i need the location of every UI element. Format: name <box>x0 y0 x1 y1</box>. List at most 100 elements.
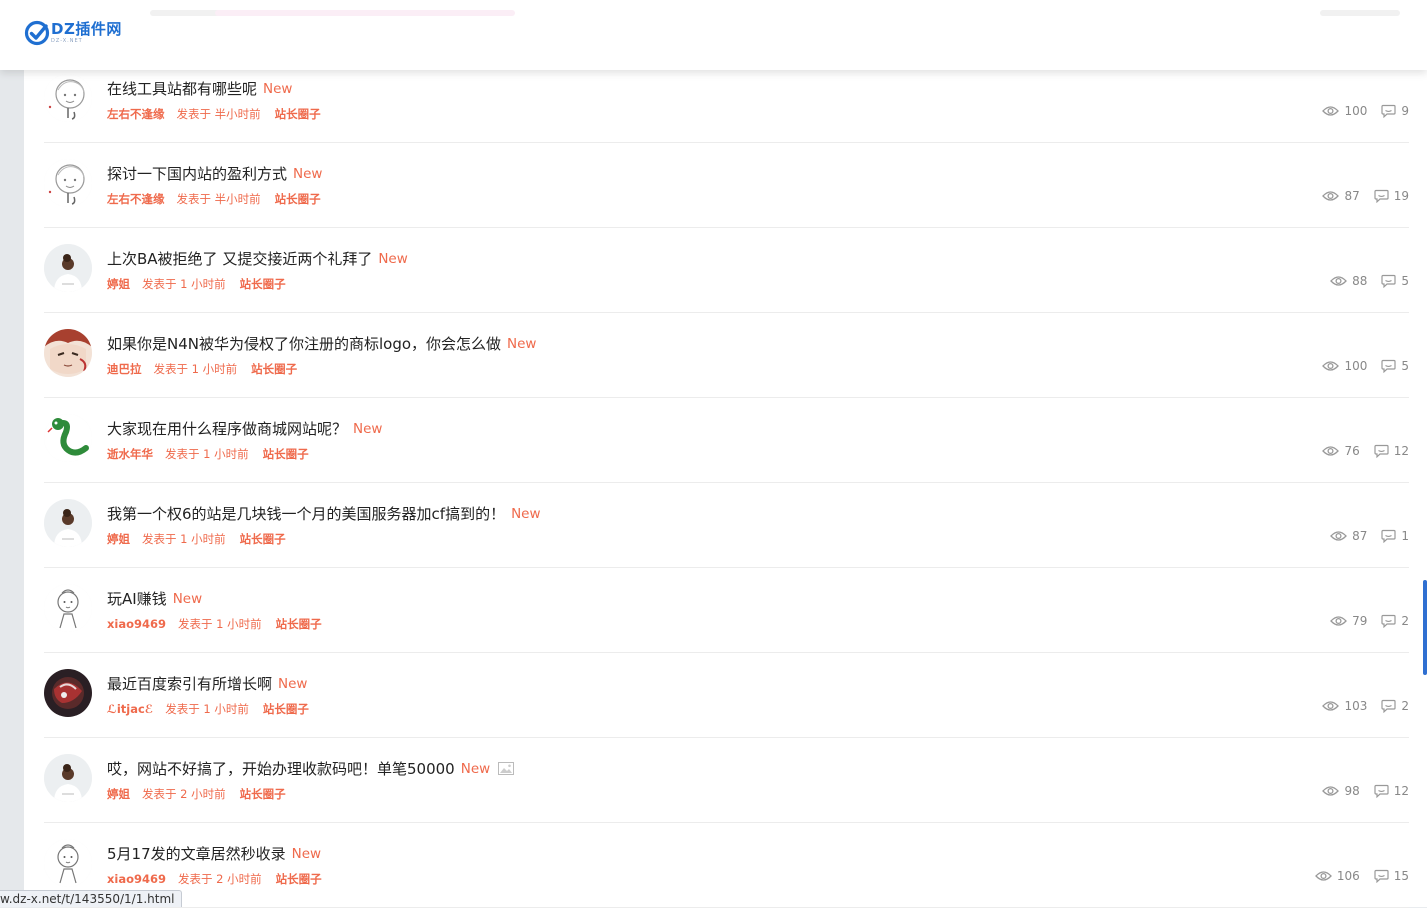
replies-stat: 12 <box>1374 784 1409 798</box>
forum-link[interactable]: 站长圈子 <box>276 616 322 632</box>
image-attachment-icon <box>498 762 515 775</box>
replies-stat: 15 <box>1374 869 1409 883</box>
new-badge: New <box>460 760 491 777</box>
forum-link[interactable]: 站长圈子 <box>263 701 309 717</box>
avatar[interactable] <box>44 754 92 802</box>
avatar[interactable] <box>44 74 92 122</box>
avatar[interactable] <box>44 244 92 292</box>
thread-row-6[interactable]: 我第一个权6的站是几块钱一个月的美国服务器加cf搞到的！ New 婷姐 发表于 … <box>44 483 1409 568</box>
doodle-avatar-icon <box>44 584 92 632</box>
person-avatar-icon <box>44 244 92 292</box>
eye-icon <box>1322 446 1340 456</box>
post-time: 发表于 1 小时前 <box>142 532 226 546</box>
scroll-indicator[interactable] <box>1423 580 1427 675</box>
thread-title[interactable]: 大家现在用什么程序做商城网站呢？ <box>107 418 347 439</box>
forum-link[interactable]: 站长圈子 <box>240 276 286 292</box>
forum-link[interactable]: 站长圈子 <box>251 361 297 377</box>
forum-link[interactable]: 站长圈子 <box>276 871 322 887</box>
author-link[interactable]: 左右不逢缘 <box>107 106 165 122</box>
author-link[interactable]: 左右不逢缘 <box>107 191 165 207</box>
author-link[interactable]: 婷姐 <box>107 531 130 547</box>
replies-stat: 12 <box>1374 444 1409 458</box>
post-time: 发表于 1 小时前 <box>142 277 226 291</box>
thread-title[interactable]: 如果你是N4N被华为侵权了你注册的商标logo，你会怎么做 <box>107 333 501 354</box>
thread-title[interactable]: 5月17发的文章居然秒收录 <box>107 843 286 864</box>
replies-count: 12 <box>1393 784 1409 798</box>
forum-link[interactable]: 站长圈子 <box>275 106 321 122</box>
thread-title[interactable]: 玩AI赚钱 <box>107 588 167 609</box>
header-ghost-bar <box>215 10 515 16</box>
thread-row-3[interactable]: 上次BA被拒绝了 又提交接近两个礼拜了 New 婷姐 发表于 1 小时前 站长圈… <box>44 228 1409 313</box>
thread-row-4[interactable]: 如果你是N4N被华为侵权了你注册的商标logo，你会怎么做 New 迪巴拉 发表… <box>44 313 1409 398</box>
forum-link[interactable]: 站长圈子 <box>275 191 321 207</box>
thread-row-2[interactable]: 探讨一下国内站的盈利方式 New 左右不逢缘 发表于 半小时前 站长圈子 87 <box>44 143 1409 228</box>
comment-icon <box>1374 784 1389 798</box>
author-link[interactable]: xiao9469 <box>107 617 166 631</box>
thread-title[interactable]: 哎，网站不好搞了，开始办理收款码吧！单笔50000 <box>107 758 455 779</box>
avatar[interactable] <box>44 499 92 547</box>
views-count: 79 <box>1352 614 1368 628</box>
comment-icon <box>1381 104 1396 118</box>
person-avatar-icon <box>44 499 92 547</box>
author-link[interactable]: 迪巴拉 <box>107 361 142 377</box>
comment-icon <box>1374 444 1389 458</box>
thread-row-7[interactable]: 玩AI赚钱 New xiao9469 发表于 1 小时前 站长圈子 79 2 <box>44 568 1409 653</box>
author-link[interactable]: 逝水年华 <box>107 446 153 462</box>
replies-stat: 2 <box>1381 614 1409 628</box>
post-time: 发表于 1 小时前 <box>165 702 249 716</box>
new-badge: New <box>293 165 323 182</box>
views-count: 76 <box>1344 444 1360 458</box>
forum-link[interactable]: 站长圈子 <box>240 531 286 547</box>
replies-count: 5 <box>1401 274 1409 288</box>
author-link[interactable]: 婷姐 <box>107 276 130 292</box>
author-link[interactable]: 婷姐 <box>107 786 130 802</box>
replies-stat: 9 <box>1381 104 1409 118</box>
eye-icon <box>1330 616 1347 626</box>
avatar[interactable] <box>44 159 92 207</box>
new-badge: New <box>507 335 537 352</box>
views-stat: 76 <box>1322 444 1360 458</box>
avatar[interactable] <box>44 839 92 887</box>
thread-row-8[interactable]: 最近百度索引有所增长啊 New ℒitjacℰ 发表于 1 小时前 站长圈子 1… <box>44 653 1409 738</box>
doodle-avatar-icon <box>44 839 92 887</box>
views-count: 100 <box>1344 359 1368 373</box>
eye-icon <box>1322 106 1340 116</box>
thread-title[interactable]: 上次BA被拒绝了 又提交接近两个礼拜了 <box>107 248 372 269</box>
avatar[interactable] <box>44 414 92 462</box>
forum-link[interactable]: 站长圈子 <box>240 786 286 802</box>
eye-icon <box>1322 701 1340 711</box>
avatar[interactable] <box>44 329 92 377</box>
thread-row-10[interactable]: 5月17发的文章居然秒收录 New xiao9469 发表于 2 小时前 站长圈… <box>44 823 1409 908</box>
views-count: 106 <box>1336 869 1360 883</box>
replies-count: 19 <box>1393 189 1409 203</box>
thread-row-9[interactable]: 哎，网站不好搞了，开始办理收款码吧！单笔50000 New 婷姐 发表于 2 小… <box>44 738 1409 823</box>
thread-row-1[interactable]: 在线工具站都有哪些呢 New 左右不逢缘 发表于 半小时前 站长圈子 100 9 <box>44 58 1409 143</box>
comment-icon <box>1381 699 1396 713</box>
replies-count: 2 <box>1401 614 1409 628</box>
site-logo[interactable]: DZ插件网 DZ-X.NET <box>24 20 122 46</box>
views-stat: 98 <box>1322 784 1360 798</box>
thread-title[interactable]: 最近百度索引有所增长啊 <box>107 673 272 694</box>
thread-title[interactable]: 在线工具站都有哪些呢 <box>107 78 257 99</box>
eye-icon <box>1322 786 1340 796</box>
views-stat: 88 <box>1330 274 1367 288</box>
thread-row-5[interactable]: 大家现在用什么程序做商城网站呢？ New 逝水年华 发表于 1 小时前 站长圈子… <box>44 398 1409 483</box>
person-avatar-icon <box>44 754 92 802</box>
comment-icon <box>1374 189 1389 203</box>
author-link[interactable]: ℒitjacℰ <box>107 702 153 716</box>
author-link[interactable]: xiao9469 <box>107 872 166 886</box>
replies-stat: 19 <box>1374 189 1409 203</box>
sketch-avatar-icon <box>44 159 92 207</box>
views-stat: 106 <box>1314 869 1360 883</box>
replies-count: 1 <box>1401 529 1409 543</box>
new-badge: New <box>263 80 293 97</box>
avatar[interactable] <box>44 584 92 632</box>
views-stat: 100 <box>1322 104 1367 118</box>
thread-title[interactable]: 我第一个权6的站是几块钱一个月的美国服务器加cf搞到的！ <box>107 503 505 524</box>
thread-title[interactable]: 探讨一下国内站的盈利方式 <box>107 163 287 184</box>
avatar[interactable] <box>44 669 92 717</box>
forum-link[interactable]: 站长圈子 <box>263 446 309 462</box>
dark-avatar-icon <box>44 669 92 717</box>
eye-icon <box>1330 276 1347 286</box>
eye-icon <box>1322 361 1340 371</box>
